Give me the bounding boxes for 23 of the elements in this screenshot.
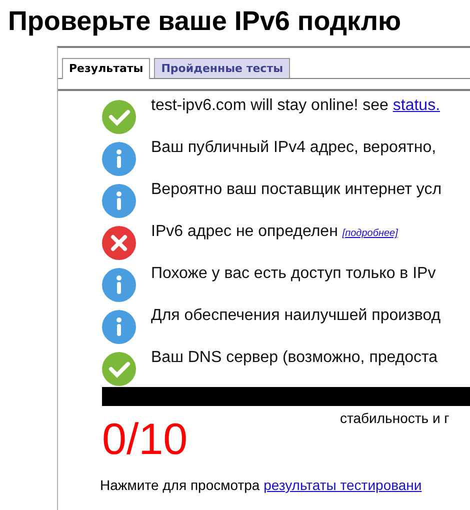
result-link[interactable]: [подробнее] <box>342 228 398 239</box>
result-text: Ваш DNS сервер (возможно, предоста <box>151 349 438 367</box>
footer-text: Нажмите для просмотра результаты тестировани <box>100 476 423 494</box>
tab[interactable]: Результаты <box>62 58 150 79</box>
check-icon <box>102 352 136 386</box>
info-icon <box>102 142 136 176</box>
score-value: 0/10 <box>102 414 189 466</box>
result-text: Похоже у вас есть доступ только в IPv <box>151 265 436 283</box>
error-icon <box>102 226 136 260</box>
results-link[interactable]: результаты тестировани <box>264 477 422 493</box>
result-text: IPv6 адрес не определен [подробнее] <box>151 223 398 241</box>
info-icon <box>102 184 136 218</box>
info-icon <box>102 310 136 344</box>
result-text: Ваш публичный IPv4 адрес, вероятно, <box>151 139 436 157</box>
result-link[interactable]: status. <box>392 97 440 114</box>
result-text: Вероятно ваш поставщик интернет усл <box>151 181 442 199</box>
result-text: Для обеспечения наилучшей производ <box>151 307 441 325</box>
info-icon <box>102 268 136 302</box>
check-icon <box>102 100 136 134</box>
result-text: test-ipv6.com will stay online! see status. <box>151 97 440 115</box>
page-title: Проверьте ваше IPv6 подклю <box>7 5 402 36</box>
score-caption: стабильность и г <box>340 410 450 426</box>
tab[interactable]: Пройденные тесты <box>154 58 290 78</box>
